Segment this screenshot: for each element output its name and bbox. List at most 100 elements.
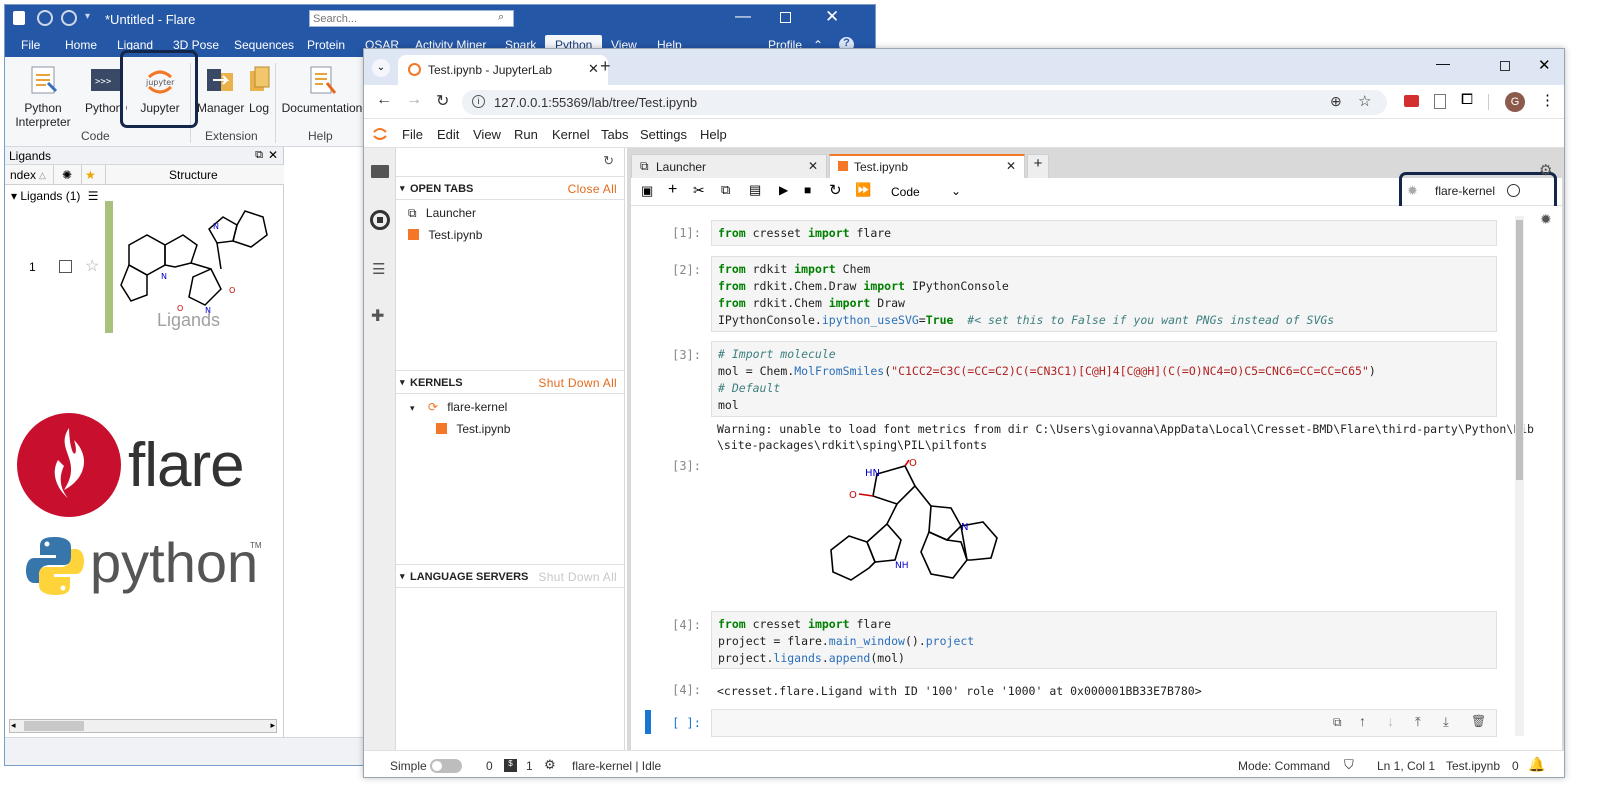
undo-icon[interactable] <box>37 10 53 26</box>
kernel-settings-gear-icon[interactable]: ⚙ <box>544 757 556 773</box>
url-input[interactable]: i 127.0.0.1:55369/lab/tree/Test.ipynb ⊕ … <box>462 90 1387 115</box>
redo-icon[interactable] <box>61 10 77 26</box>
site-info-icon[interactable]: i <box>472 95 485 108</box>
browser-close-icon[interactable]: ✕ <box>1538 56 1551 74</box>
browser-tab-close-icon[interactable]: ✕ <box>588 61 599 77</box>
notebook-scrollbar[interactable] <box>1515 216 1524 736</box>
jl-menu-file[interactable]: File <box>402 127 423 142</box>
python-interpreter-button[interactable]: Python Interpreter <box>13 61 73 129</box>
minimize-icon[interactable]: — <box>735 8 751 26</box>
open-tab-launcher[interactable]: ⧉ Launcher <box>408 206 476 221</box>
browser-minimize-icon[interactable]: — <box>1436 55 1450 71</box>
expand-chevron-icon[interactable]: ▾ <box>410 403 415 413</box>
scroll-left-icon[interactable]: ◂ <box>11 720 16 731</box>
col-index[interactable]: ndex <box>10 168 36 182</box>
table-of-contents-icon[interactable]: ☰ <box>372 260 385 278</box>
ligand-row-star-icon[interactable]: ☆ <box>85 256 99 276</box>
section-collapse-icon[interactable]: ▾ <box>400 571 405 582</box>
profile-avatar[interactable]: G <box>1505 92 1525 112</box>
expand-chevron-icon[interactable]: ▾ <box>11 189 17 203</box>
save-icon[interactable]: ▣ <box>641 183 653 199</box>
property-inspector-gear-icon[interactable]: ⚙ <box>1539 161 1552 179</box>
delete-cell-icon[interactable]: 🗑 <box>1471 714 1486 728</box>
documentation-button[interactable]: Documentation <box>281 61 363 115</box>
section-collapse-icon[interactable]: ▾ <box>400 183 405 194</box>
menu-home[interactable]: Home <box>65 38 97 52</box>
cut-icon[interactable]: ✂ <box>693 182 705 199</box>
code-cell-4[interactable]: from cresset import flare project = flar… <box>711 611 1497 669</box>
col-star-icon[interactable]: ★ <box>85 168 96 182</box>
jl-menu-tabs[interactable]: Tabs <box>601 127 628 142</box>
jl-menu-view[interactable]: View <box>473 127 501 142</box>
browser-menu-icon[interactable]: ⋮ <box>1540 91 1555 109</box>
extension-red-icon[interactable] <box>1404 95 1419 107</box>
debugger-bug-icon[interactable]: ✹ <box>1540 211 1552 228</box>
menu-protein[interactable]: Protein <box>307 38 345 52</box>
doc-tab-close-icon[interactable]: ✕ <box>1006 159 1016 173</box>
close-icon[interactable]: ✕ <box>825 7 839 27</box>
simple-mode-toggle[interactable] <box>430 759 462 773</box>
insert-above-icon[interactable]: ⤒ <box>1415 714 1421 730</box>
code-cell-2[interactable]: from rdkit import Chem from rdkit.Chem.D… <box>711 256 1497 332</box>
new-launcher-icon[interactable]: + <box>1027 154 1049 178</box>
move-down-icon[interactable]: ↓ <box>1387 713 1394 729</box>
copy-icon[interactable]: ⧉ <box>721 182 730 198</box>
running-sessions-icon[interactable] <box>370 210 390 230</box>
reload-icon[interactable]: ↻ <box>436 91 449 111</box>
jl-menu-edit[interactable]: Edit <box>437 127 459 142</box>
move-up-icon[interactable]: ↑ <box>1359 713 1366 729</box>
zoom-icon[interactable]: ⊕ <box>1330 93 1342 110</box>
insert-below-icon[interactable]: ⤓ <box>1443 714 1449 730</box>
jl-menu-run[interactable]: Run <box>514 127 538 142</box>
new-tab-icon[interactable]: + <box>600 56 611 77</box>
notification-bell-icon[interactable]: 🔔 <box>1528 756 1545 773</box>
scrollbar-thumb[interactable] <box>1516 220 1523 480</box>
extensions-icon[interactable]: ✚ <box>371 306 384 326</box>
code-cell-5[interactable] <box>711 709 1497 737</box>
jl-menu-kernel[interactable]: Kernel <box>552 127 590 142</box>
browser-tab-active[interactable]: Test.ipynb - JupyterLab ✕ <box>398 55 608 85</box>
ligand-row-checkbox[interactable] <box>59 260 72 273</box>
kernel-status[interactable]: flare-kernel | Idle <box>572 759 661 773</box>
scrollbar-thumb[interactable] <box>24 721 84 731</box>
close-all-button[interactable]: Close All <box>568 182 617 196</box>
jl-menu-settings[interactable]: Settings <box>640 127 687 142</box>
folder-icon[interactable] <box>371 165 389 178</box>
extension-manager-button[interactable]: Manager <box>197 61 244 115</box>
close-panel-icon[interactable]: ✕ <box>268 148 278 162</box>
extensions-puzzle-icon[interactable]: ⧠ <box>1461 91 1473 108</box>
open-tab-notebook[interactable]: Test.ipynb <box>408 228 482 242</box>
shut-down-all-servers-button[interactable]: Shut Down All <box>538 570 617 584</box>
code-cell-1[interactable]: from cresset import flare <box>711 220 1497 246</box>
col-structure[interactable]: Structure <box>169 168 218 182</box>
doc-tab-notebook[interactable]: Test.ipynb ✕ <box>829 154 1025 178</box>
paste-icon[interactable]: ▤ <box>749 182 761 198</box>
doc-tab-close-icon[interactable]: ✕ <box>808 159 818 173</box>
kernel-item[interactable]: ▾ ⟳ flare-kernel <box>410 400 507 414</box>
float-panel-icon[interactable]: ⧉ <box>255 149 263 162</box>
restart-icon[interactable]: ↻ <box>829 181 842 199</box>
bookmark-star-icon[interactable]: ☆ <box>1358 92 1371 110</box>
fast-forward-icon[interactable]: ⏩ <box>855 182 871 198</box>
doc-tab-launcher[interactable]: ⧉ Launcher ✕ <box>631 154 827 178</box>
menu-file[interactable]: File <box>21 38 40 52</box>
browser-maximize-icon[interactable] <box>1500 61 1510 71</box>
terminal-count[interactable]: 1 <box>526 759 533 773</box>
stop-icon[interactable]: ■ <box>804 183 811 197</box>
col-sun-icon[interactable]: ✺ <box>62 168 72 182</box>
notification-count[interactable]: 0 <box>1512 759 1519 773</box>
jl-menu-help[interactable]: Help <box>700 127 727 142</box>
section-collapse-icon[interactable]: ▾ <box>400 377 405 388</box>
tab-search-chevron-icon[interactable]: ⌄ <box>372 59 390 77</box>
cursor-position[interactable]: Ln 1, Col 1 <box>1377 759 1435 773</box>
back-icon[interactable]: ← <box>376 91 392 109</box>
menu-sequences[interactable]: Sequences <box>234 38 294 52</box>
ligand-structure-thumbnail[interactable]: N N O O N <box>117 205 277 325</box>
maximize-icon[interactable] <box>780 12 791 23</box>
code-cell-3[interactable]: # Import molecule mol = Chem.MolFromSmil… <box>711 341 1497 417</box>
log-button[interactable]: Log <box>245 61 273 115</box>
flare-search-input[interactable] <box>309 10 514 27</box>
forward-icon[interactable]: → <box>406 91 422 109</box>
refresh-icon[interactable]: ↻ <box>603 153 614 169</box>
scroll-right-icon[interactable]: ▸ <box>270 720 275 731</box>
